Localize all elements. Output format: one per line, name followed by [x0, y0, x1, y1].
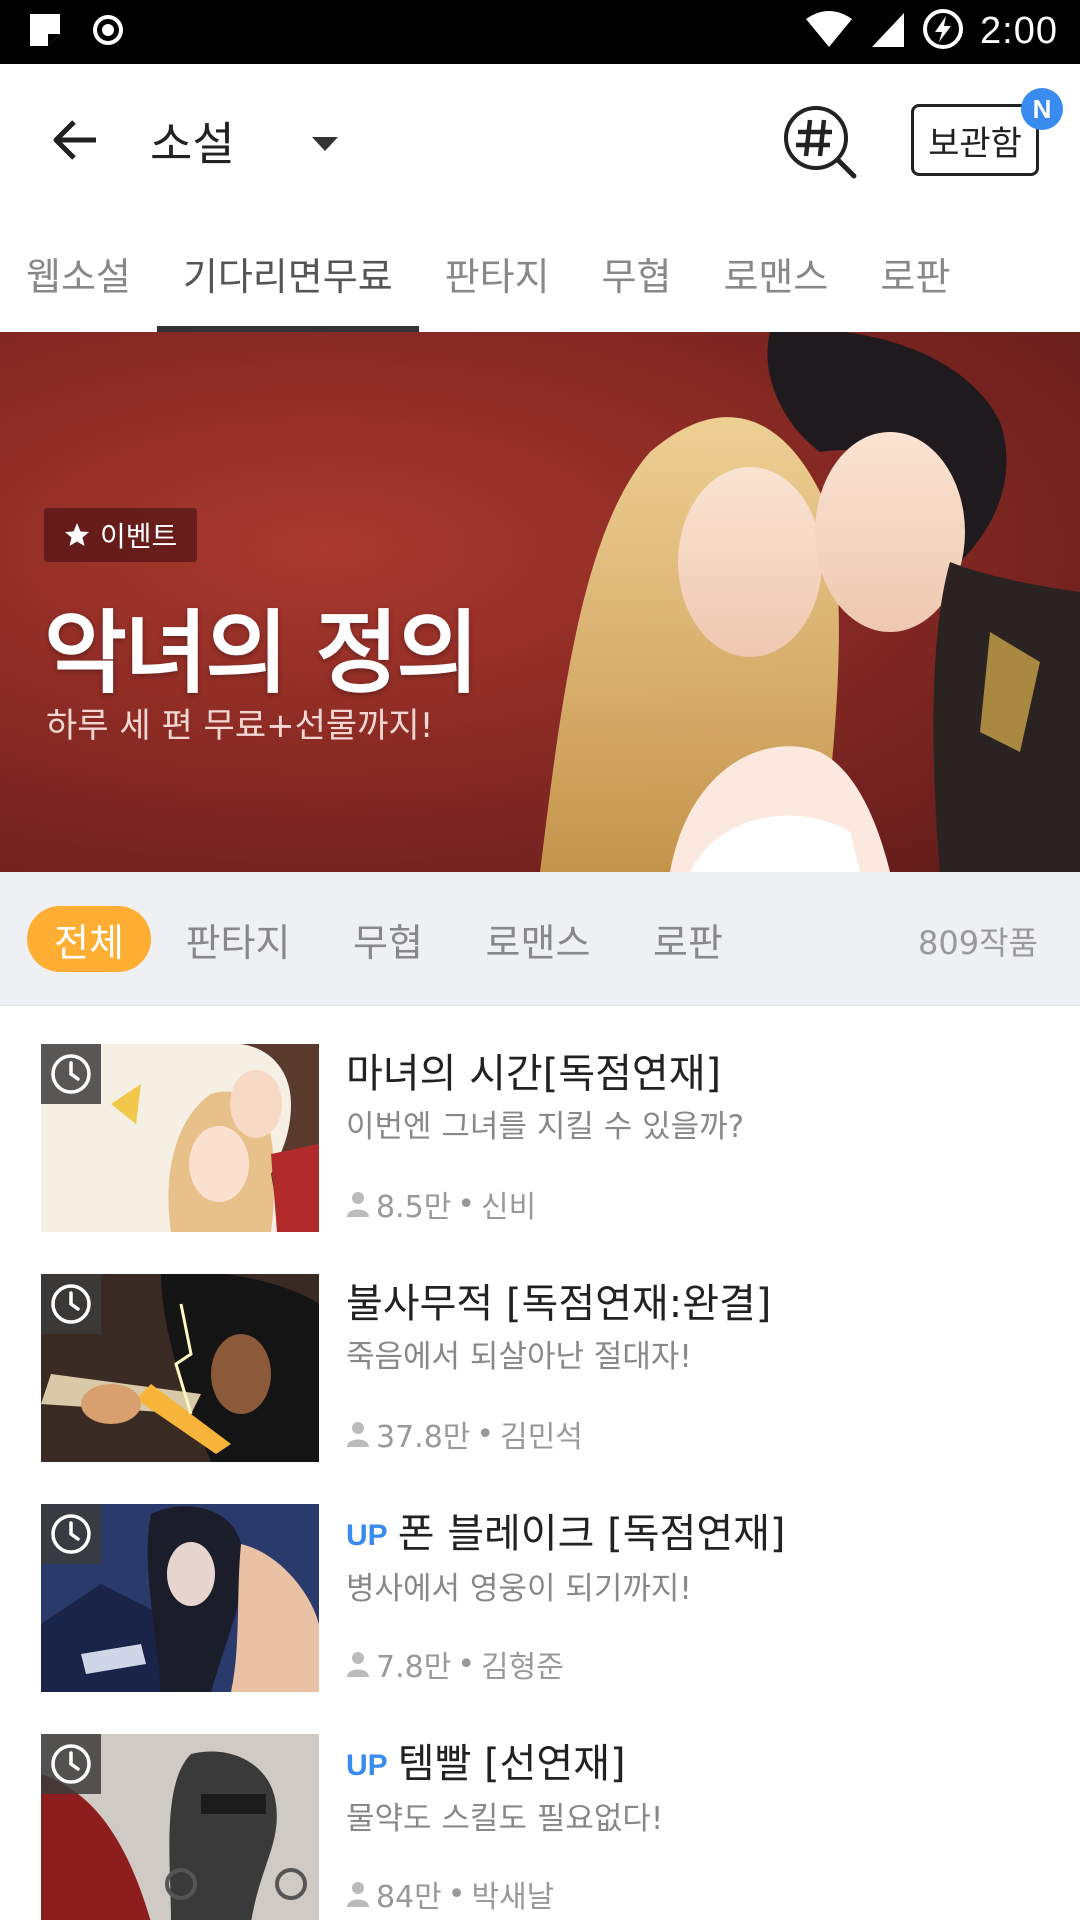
banner-illustration — [540, 332, 1080, 872]
app-bar: 소설 보관함 — [0, 64, 1080, 214]
tab-web-novel[interactable]: 웹소설 — [0, 214, 157, 332]
cover-thumbnail — [41, 1044, 319, 1232]
item-title-text: 불사무적 [독점연재:완결] — [346, 1281, 772, 1327]
person-icon — [347, 1422, 369, 1447]
view-count: 7.8만 — [376, 1650, 452, 1685]
hashtag-search-icon — [784, 106, 857, 179]
category-tabs: 웹소설 기다리면무료 판타지 무협 로맨스 로판 — [0, 214, 1080, 332]
item-title-text: 마녀의 시간[독점연재] — [346, 1051, 722, 1097]
list-item[interactable]: 불사무적 [독점연재:완결] 죽음에서 되살아난 절대자! 37.8만 • 김민… — [0, 1236, 1080, 1466]
item-meta: 7.8만 • 김형준 — [346, 1642, 564, 1686]
view-count: 84만 — [376, 1880, 442, 1915]
status-bar: 2:00 — [0, 0, 1080, 64]
tab-fantasy[interactable]: 판타지 — [419, 214, 576, 332]
wait-free-clock-icon — [41, 1734, 101, 1794]
banner-title: 악녀의 정의 — [44, 601, 479, 706]
battery-charging-icon — [922, 8, 964, 54]
item-title: UP 템빨 [선연재] — [346, 1736, 663, 1794]
author-name: 신비 — [481, 1190, 537, 1225]
list-item[interactable]: UP 폰 블레이크 [독점연재] 병사에서 영웅이 되기까지! 7.8만 • 김형… — [0, 1466, 1080, 1696]
record-icon — [92, 14, 124, 50]
tab-romance-fantasy[interactable]: 로판 — [854, 214, 976, 332]
filter-romance[interactable]: 로맨스 — [476, 906, 600, 972]
filter-romance-fantasy[interactable]: 로판 — [626, 906, 750, 972]
star-icon — [65, 523, 89, 546]
cover-thumbnail — [41, 1734, 319, 1920]
person-icon — [347, 1882, 369, 1907]
meta-separator: • — [476, 1416, 495, 1452]
cover-thumbnail — [41, 1274, 319, 1462]
meta-separator: • — [457, 1646, 476, 1682]
wifi-icon — [804, 9, 854, 53]
item-meta: 84만 • 박새날 — [346, 1872, 554, 1916]
view-count: 37.8만 — [376, 1420, 471, 1455]
filter-all[interactable]: 전체 — [27, 906, 151, 972]
tab-romance[interactable]: 로맨스 — [697, 214, 854, 332]
page-title: 소설 — [150, 117, 235, 171]
event-badge-label: 이벤트 — [100, 520, 178, 553]
item-title: 불사무적 [독점연재:완결] — [346, 1276, 771, 1332]
item-description: 물약도 스킬도 필요없다! — [346, 1801, 664, 1837]
item-title: 마녀의 시간[독점연재] — [346, 1046, 744, 1102]
back-button[interactable] — [40, 112, 110, 168]
tab-wait-free[interactable]: 기다리면무료 — [156, 214, 419, 332]
new-badge: N — [1021, 88, 1063, 130]
item-description: 이번엔 그녀를 지킬 수 있을까? — [346, 1109, 745, 1145]
list-item[interactable]: UP 템빨 [선연재] 물약도 스킬도 필요없다! 84만 • 박새날 — [0, 1696, 1080, 1920]
author-name: 박새날 — [471, 1880, 555, 1915]
item-title-text: 템빨 [선연재] — [397, 1741, 626, 1787]
up-badge: UP — [346, 1519, 388, 1552]
hashtag-search-button[interactable] — [780, 102, 860, 182]
item-info: UP 템빨 [선연재] 물약도 스킬도 필요없다! — [346, 1736, 663, 1840]
author-name: 김민석 — [500, 1420, 583, 1455]
notification-note-icon — [28, 12, 62, 52]
clock-time: 2:00 — [980, 9, 1058, 52]
meta-separator: • — [457, 1186, 476, 1222]
item-info: UP 폰 블레이크 [독점연재] 병사에서 영웅이 되기까지! — [346, 1506, 786, 1610]
wait-free-clock-icon — [41, 1274, 101, 1334]
up-badge: UP — [346, 1749, 388, 1782]
event-badge: 이벤트 — [44, 508, 198, 562]
person-icon — [347, 1192, 369, 1217]
filter-fantasy[interactable]: 판타지 — [176, 906, 300, 972]
item-description: 죽음에서 되살아난 절대자! — [346, 1339, 692, 1375]
caret-down-icon — [312, 137, 338, 151]
wait-free-clock-icon — [41, 1504, 101, 1564]
tab-martial-arts[interactable]: 무협 — [576, 214, 698, 332]
cover-thumbnail — [41, 1504, 319, 1692]
event-banner[interactable]: 이벤트 악녀의 정의 하루 세 편 무료+선물까지! — [0, 332, 1080, 872]
meta-separator: • — [447, 1876, 466, 1912]
item-title: UP 폰 블레이크 [독점연재] — [346, 1506, 786, 1564]
wait-free-clock-icon — [41, 1044, 101, 1104]
item-meta: 8.5만 • 신비 — [346, 1182, 536, 1226]
list-item[interactable]: 마녀의 시간[독점연재] 이번엔 그녀를 지킬 수 있을까? 8.5만 • 신비 — [0, 1006, 1080, 1236]
author-name: 김형준 — [481, 1650, 564, 1685]
item-title-text: 폰 블레이크 [독점연재] — [397, 1511, 786, 1557]
locker-button[interactable]: 보관함 — [911, 104, 1039, 176]
item-description: 병사에서 영웅이 되기까지! — [346, 1571, 692, 1607]
view-count: 8.5만 — [376, 1190, 452, 1225]
item-info: 불사무적 [독점연재:완결] 죽음에서 되살아난 절대자! — [346, 1276, 771, 1378]
item-meta: 37.8만 • 김민석 — [346, 1412, 583, 1456]
filter-martial-arts[interactable]: 무협 — [326, 906, 450, 972]
signal-icon — [870, 9, 906, 53]
work-count: 809작품 — [918, 924, 1038, 962]
banner-subtitle: 하루 세 편 무료+선물까지! — [46, 706, 434, 746]
back-arrow-icon — [53, 120, 96, 160]
item-info: 마녀의 시간[독점연재] 이번엔 그녀를 지킬 수 있을까? — [346, 1046, 744, 1148]
category-dropdown[interactable] — [300, 124, 350, 164]
genre-filter-bar: 전체 판타지 무협 로맨스 로판 809작품 — [0, 872, 1080, 1006]
person-icon — [347, 1652, 369, 1677]
